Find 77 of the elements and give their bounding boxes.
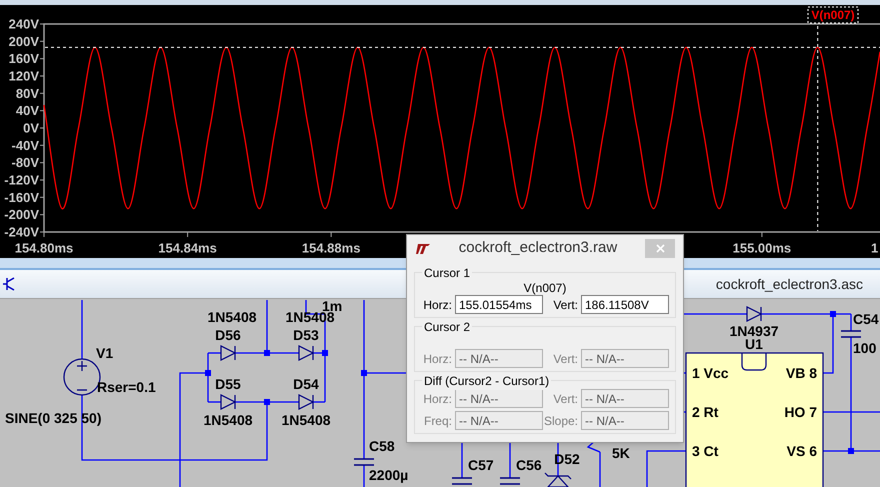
component-label: C58 xyxy=(369,438,395,454)
x-tick-label: 154.84ms xyxy=(158,240,217,256)
component-label: D55 xyxy=(215,376,241,392)
component-label: D54 xyxy=(293,376,319,392)
diode-symbol xyxy=(298,345,314,361)
component-label: 1N4937 xyxy=(729,323,779,339)
close-icon xyxy=(656,244,664,253)
y-tick-label: -120V xyxy=(4,172,39,188)
field-label: Horz: xyxy=(423,296,452,314)
pin-label: 2 Rt xyxy=(692,404,718,420)
component-label: 1N5408 xyxy=(203,412,253,428)
component-label: U1 xyxy=(745,336,763,352)
component-label: C56 xyxy=(516,457,542,473)
component-label: 1N5408 xyxy=(207,309,257,325)
component-label: 100 xyxy=(853,340,876,356)
trace-name: V(n007) xyxy=(524,280,566,297)
pin-label: 3 Ct xyxy=(692,443,718,459)
field-label: Freq: xyxy=(424,412,452,430)
diode-symbol xyxy=(298,394,314,410)
value-field[interactable]: 155.01554ms xyxy=(455,295,543,314)
y-tick-label: 200V xyxy=(8,34,39,49)
field-label: Vert: xyxy=(553,350,578,368)
capacitor-symbol xyxy=(841,330,861,338)
y-tick-label: 240V xyxy=(8,16,39,32)
wire xyxy=(646,450,686,487)
component-label: 2200µ xyxy=(369,467,408,483)
cursor-line[interactable] xyxy=(817,26,818,232)
logo-icon xyxy=(415,242,431,254)
component-label: V1 xyxy=(96,345,114,361)
component-label: C57 xyxy=(468,457,494,473)
trace-legend[interactable]: V(n007) xyxy=(808,6,858,24)
pin-label: VS 6 xyxy=(786,443,817,459)
component-label: 5K xyxy=(612,445,630,461)
x-tick-label: 1 xyxy=(871,240,878,256)
x-tick-label: 154.88ms xyxy=(302,240,360,256)
dialog-title: cockroft_eclectron3.raw xyxy=(458,238,618,258)
capacitor-symbol xyxy=(452,477,472,485)
pin-label: HO 7 xyxy=(784,404,817,420)
pin-label: 1 Vcc xyxy=(692,365,729,381)
y-tick-label: -80V xyxy=(12,155,39,170)
component-label: D53 xyxy=(293,327,319,343)
field-label: Vert: xyxy=(553,390,578,408)
component-label: 1N5408 xyxy=(281,412,331,428)
capacitor-symbol xyxy=(500,477,520,485)
y-tick-label: 160V xyxy=(8,51,39,66)
wire xyxy=(81,300,83,359)
y-tick-label: -40V xyxy=(12,138,39,153)
component-label: Rser=0.1 xyxy=(97,379,156,395)
y-tick-label: 80V xyxy=(16,86,39,101)
window-title: cockroft_eclectron3.asc xyxy=(716,274,864,294)
wire xyxy=(684,313,747,315)
transistor-icon[interactable] xyxy=(3,277,15,291)
field-label: Horz: xyxy=(423,390,452,408)
field-label: Horz: xyxy=(423,350,452,368)
x-tick-label: 154.80ms xyxy=(14,240,74,256)
y-tick-label: -200V xyxy=(4,207,39,222)
cursor-line[interactable] xyxy=(44,46,880,48)
y-tick-label: -240V xyxy=(4,224,39,240)
y-tick-label: 120V xyxy=(8,68,39,84)
wire xyxy=(509,443,511,478)
y-tick-label: 40V xyxy=(16,103,39,118)
wire xyxy=(363,465,365,487)
component-label: D56 xyxy=(215,327,241,343)
wire xyxy=(461,443,463,478)
capacitor-symbol xyxy=(354,458,374,466)
y-tick-label: -160V xyxy=(4,190,39,205)
diode-symbol xyxy=(220,345,236,361)
diode-symbol xyxy=(220,394,236,410)
field-label: Vert: xyxy=(553,296,578,314)
pin-label: VB 8 xyxy=(786,365,817,381)
x-tick-label: 155.00ms xyxy=(732,240,792,256)
value-field[interactable]: 186.11508V xyxy=(581,295,669,314)
y-tick-label: 0V xyxy=(23,120,39,136)
diode-symbol xyxy=(746,306,762,322)
field-label: Slope: xyxy=(544,412,578,430)
zener-diode-symbol xyxy=(544,472,572,487)
component-label: C54 xyxy=(853,311,879,327)
